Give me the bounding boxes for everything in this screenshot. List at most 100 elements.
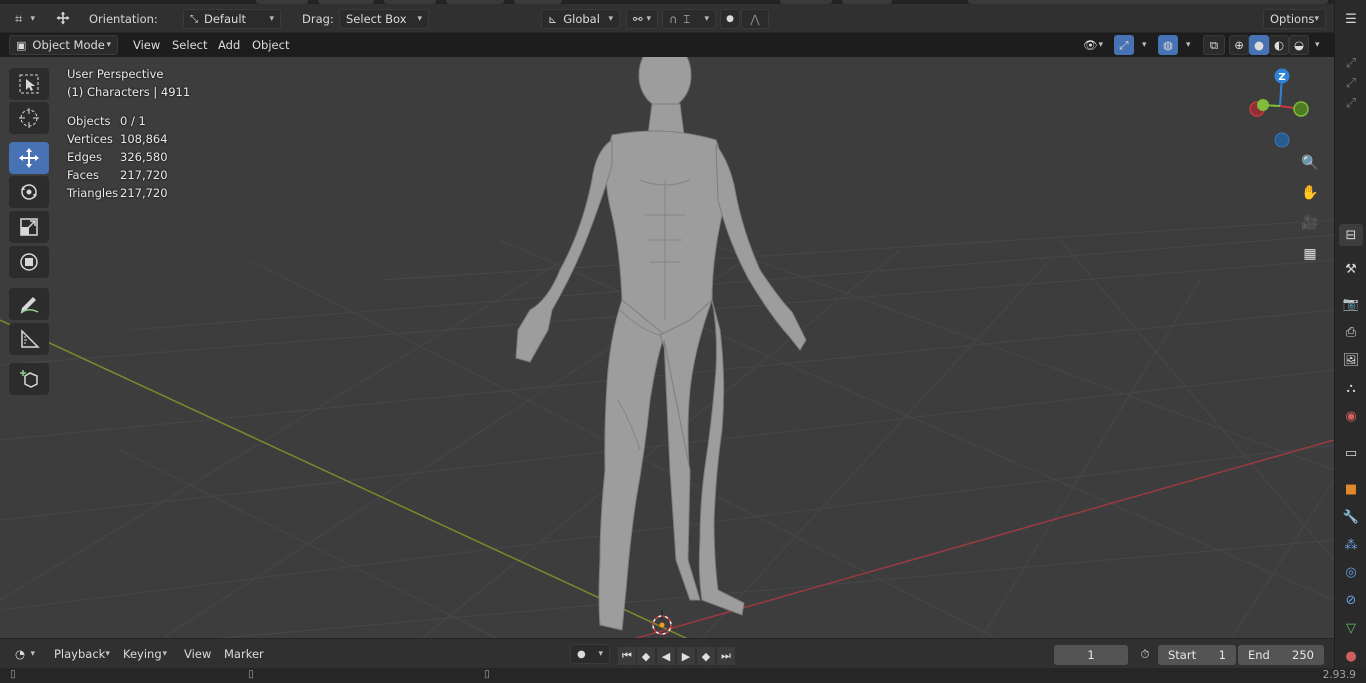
annotate-tool[interactable] — [9, 288, 49, 320]
data-tab[interactable]: ▽ — [1339, 617, 1363, 639]
play-button[interactable]: ▶ — [677, 647, 695, 665]
workspace-tab[interactable] — [446, 0, 504, 4]
navigation-gizmo[interactable]: Z — [1249, 68, 1309, 148]
physics-tab[interactable]: ◎ — [1339, 561, 1363, 583]
particles-tab[interactable]: ⁂ — [1339, 534, 1363, 556]
scene-tab[interactable]: ⛬ — [1339, 377, 1363, 399]
proportional-edit-button[interactable]: ● — [720, 9, 740, 29]
human-figure-mesh[interactable] — [515, 57, 807, 631]
rendered-shading-button[interactable]: ◒ — [1289, 35, 1309, 55]
camera-view-button[interactable]: 🎥 — [1296, 209, 1324, 237]
object-tab[interactable]: ■ — [1339, 478, 1363, 500]
visibility-dropdown[interactable]: 👁 ▾ — [1076, 35, 1110, 55]
next-keyframe-button[interactable]: ◆ — [697, 647, 715, 665]
collection-tab[interactable]: ▭ — [1339, 442, 1363, 464]
overlays-toggle[interactable]: ◍ — [1158, 35, 1178, 55]
image-icon: 🖼 — [1342, 352, 1360, 368]
jump-start-button[interactable]: ⏮ — [618, 647, 636, 665]
playback-menu[interactable]: Playback ▾ — [47, 644, 115, 664]
object-menu[interactable]: Object — [245, 35, 296, 55]
collection-info-text: (1) Characters | 4911 — [67, 85, 191, 99]
workspace-tab[interactable] — [780, 0, 832, 4]
drag-dropdown[interactable]: Select Box ▾ — [339, 9, 429, 29]
workspace-tab[interactable] — [256, 0, 308, 4]
zoom-button[interactable]: 🔍 — [1296, 149, 1324, 177]
workspace-tab[interactable] — [384, 0, 436, 4]
tool-header: ⌗ ▾ Orientation: ⤡ Default ▾ Drag: Selec… — [0, 0, 1334, 33]
jump-end-button[interactable]: ⏭ — [717, 647, 735, 665]
pin-icon[interactable]: ⤢ — [1339, 52, 1363, 74]
xray-toggle[interactable]: ⧉ — [1203, 35, 1225, 55]
wireframe-shading-button[interactable]: ⊕ — [1229, 35, 1249, 55]
auto-keying-toggle[interactable]: ● ▾ — [570, 644, 610, 664]
workspace-tab[interactable] — [842, 0, 892, 4]
options-label: Options — [1270, 12, 1315, 26]
gizmo-y[interactable] — [1257, 99, 1269, 111]
active-tool-tab[interactable]: ⊟ — [1339, 224, 1363, 246]
scale-tool[interactable] — [9, 211, 49, 243]
overlays-dropdown[interactable]: ▾ — [1179, 35, 1195, 55]
pin-icon[interactable]: ⤢ — [1339, 92, 1363, 114]
move-tool[interactable] — [9, 142, 49, 174]
play-reverse-button[interactable]: ◀ — [657, 647, 675, 665]
measure-tool[interactable] — [9, 323, 49, 355]
tool-settings-tab[interactable]: ⚒ — [1339, 258, 1363, 280]
world-tab[interactable]: ◉ — [1339, 405, 1363, 427]
gizmo-neg-z[interactable] — [1274, 132, 1290, 148]
add-menu[interactable]: Add — [211, 35, 247, 55]
modifiers-tab[interactable]: 🔧 — [1339, 506, 1363, 528]
play-icon: ▶ — [681, 649, 691, 663]
timeline-editor-type[interactable]: ◔ ▾ — [8, 644, 42, 664]
pan-button[interactable]: ✋ — [1296, 179, 1324, 207]
mode-dropdown[interactable]: ▣ Object Mode ▾ — [9, 35, 118, 55]
play-reverse-icon: ◀ — [661, 649, 671, 663]
add-cube-tool[interactable] — [9, 363, 49, 395]
workspace-tab[interactable] — [318, 0, 374, 4]
transform-tool[interactable] — [9, 246, 49, 278]
pin-icon[interactable]: ⤢ — [1339, 72, 1363, 94]
transform-orientation-dropdown[interactable]: ⊾ Global ▾ — [541, 9, 620, 29]
rotate-tool[interactable] — [9, 176, 49, 208]
render-camera-icon: 📷 — [1342, 296, 1360, 312]
render-tab[interactable]: 📷 — [1339, 293, 1363, 315]
perspective-toggle-button[interactable]: ▦ — [1296, 240, 1324, 268]
move-icon — [56, 11, 70, 25]
pivot-point-dropdown[interactable]: ⚯ ▾ — [626, 9, 658, 29]
proportional-edit-icon: ● — [726, 14, 734, 24]
view-layer-tab[interactable]: 🖼 — [1339, 349, 1363, 371]
stat-faces: Faces 217,720 — [67, 168, 168, 182]
prev-keyframe-button[interactable]: ◆ — [637, 647, 655, 665]
marker-menu[interactable]: Marker — [217, 644, 271, 664]
snap-dropdown[interactable]: ∩ ⌶ ▾ — [662, 9, 716, 29]
keying-menu[interactable]: Keying ▾ — [116, 644, 174, 664]
end-frame-field[interactable]: End 250 — [1238, 645, 1324, 665]
gizmo-toggle[interactable]: ⤢ — [1114, 35, 1134, 55]
output-tab[interactable]: ⎙ — [1339, 321, 1363, 343]
orientation-dropdown[interactable]: ⤡ Default ▾ — [183, 9, 281, 29]
cursor-tool[interactable] — [9, 102, 49, 134]
material-tab[interactable]: ● — [1339, 645, 1363, 667]
shading-dropdown[interactable]: ▾ — [1308, 35, 1326, 55]
view-menu[interactable]: View — [126, 35, 167, 55]
editor-type-button[interactable]: ⌗ ▾ — [8, 9, 42, 29]
3d-viewport[interactable]: Z — [0, 57, 1334, 638]
start-value: 1 — [1218, 648, 1226, 662]
current-frame-field[interactable]: 1 — [1054, 645, 1128, 665]
preview-range-toggle[interactable]: ⏱ — [1134, 644, 1156, 664]
viewport-scene[interactable]: Z — [0, 57, 1334, 638]
solid-shading-button[interactable]: ● — [1249, 35, 1269, 55]
transform-pivot-button[interactable] — [48, 8, 78, 28]
gizmo-dropdown[interactable]: ▾ — [1135, 35, 1151, 55]
select-menu[interactable]: Select — [165, 35, 214, 55]
scene-selector[interactable] — [968, 0, 1328, 4]
start-frame-field[interactable]: Start 1 — [1158, 645, 1236, 665]
falloff-dropdown[interactable]: ⋀ — [741, 9, 769, 29]
gizmo-neg-y[interactable] — [1293, 101, 1309, 117]
timeline-view-menu[interactable]: View — [177, 644, 218, 664]
select-box-tool[interactable] — [9, 68, 49, 100]
options-dropdown[interactable]: Options ▾ — [1263, 9, 1326, 29]
outliner-icon[interactable]: ☰ — [1339, 8, 1363, 30]
workspace-tab[interactable] — [514, 0, 562, 4]
material-shading-button[interactable]: ◐ — [1269, 35, 1289, 55]
constraints-tab[interactable]: ⊘ — [1339, 589, 1363, 611]
